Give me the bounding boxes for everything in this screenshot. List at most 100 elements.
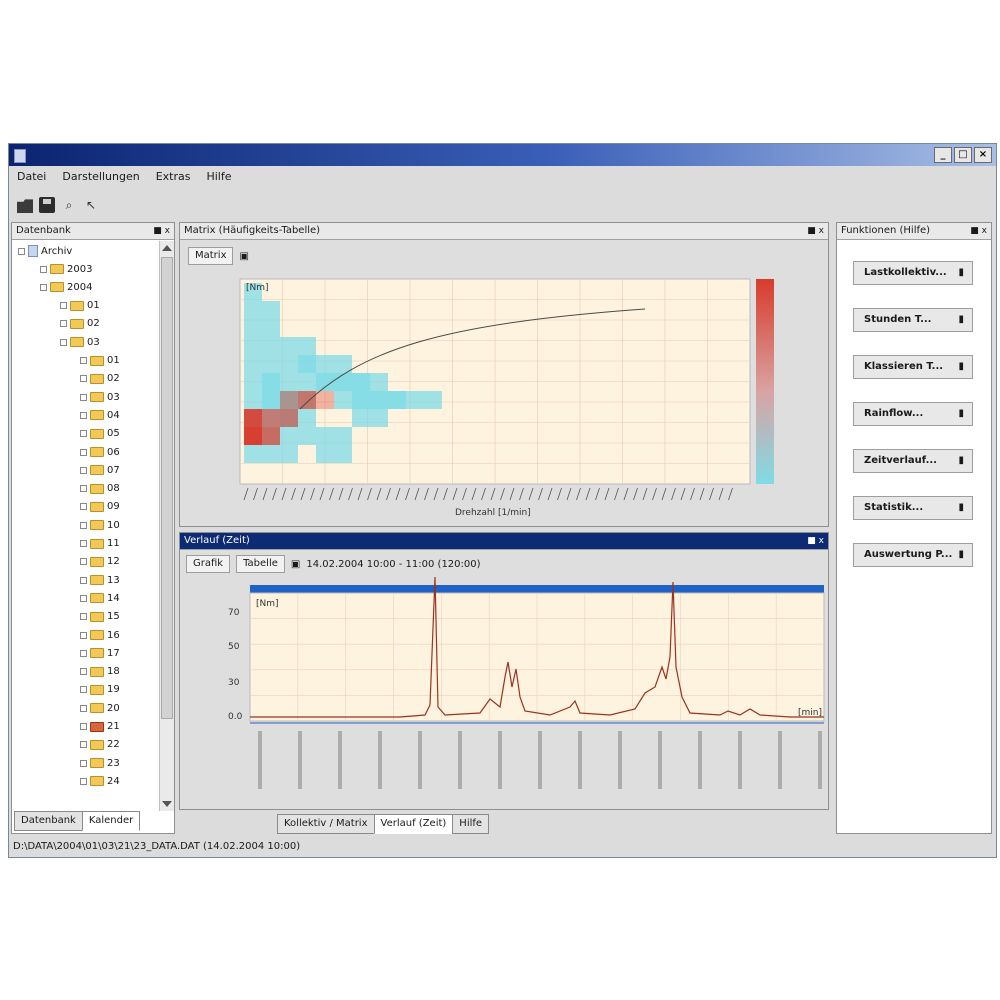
- expand-icon[interactable]: [80, 704, 87, 712]
- expand-icon[interactable]: [80, 393, 87, 401]
- search-icon[interactable]: ⌕: [61, 197, 77, 213]
- expand-icon[interactable]: [80, 466, 87, 474]
- tree-item[interactable]: 20: [80, 700, 120, 716]
- expand-icon[interactable]: [80, 357, 87, 364]
- expand-icon[interactable]: [80, 759, 87, 767]
- dropdown-icon[interactable]: ▮: [958, 309, 964, 331]
- tree-item[interactable]: 06: [80, 444, 120, 460]
- tab-database[interactable]: Datenbank: [14, 811, 83, 831]
- tree-scrollbar[interactable]: [159, 241, 174, 811]
- tree-item[interactable]: 01: [60, 298, 100, 314]
- tree-item[interactable]: 13: [80, 572, 120, 588]
- tree-item[interactable]: 03: [60, 334, 100, 350]
- collapse-icon[interactable]: [18, 247, 25, 255]
- tree-item[interactable]: 24: [80, 773, 120, 789]
- expand-icon[interactable]: [80, 777, 87, 785]
- tab-calendar[interactable]: Kalender: [81, 811, 141, 831]
- tree-item[interactable]: 03: [80, 389, 120, 405]
- dropdown-icon[interactable]: ▮: [958, 262, 964, 284]
- expand-icon[interactable]: [80, 540, 87, 547]
- pointer-icon[interactable]: ↖: [83, 197, 99, 213]
- maximize-button[interactable]: □: [954, 147, 972, 163]
- menu-file[interactable]: Datei: [9, 168, 54, 188]
- tree-item[interactable]: 11: [80, 536, 120, 552]
- tree-item[interactable]: 2004: [40, 279, 92, 295]
- expand-icon[interactable]: [80, 521, 87, 529]
- panel-close-icon[interactable]: ■ x: [153, 223, 170, 239]
- panel-close-icon[interactable]: ■ x: [807, 533, 824, 549]
- scroll-up-icon[interactable]: [162, 245, 172, 251]
- tree-item[interactable]: 07: [80, 462, 120, 478]
- expand-icon[interactable]: [40, 283, 47, 291]
- menu-extras[interactable]: Extras: [148, 168, 199, 188]
- tree-item[interactable]: 16: [80, 627, 120, 643]
- expand-icon[interactable]: [80, 576, 87, 584]
- function-button[interactable]: Auswertung P... ▮: [853, 543, 973, 567]
- expand-icon[interactable]: [80, 631, 87, 639]
- tree-item[interactable]: 02: [80, 371, 120, 387]
- scroll-thumb[interactable]: [161, 257, 173, 719]
- tree-item[interactable]: 21: [80, 719, 120, 735]
- tree-item[interactable]: 01: [80, 353, 120, 369]
- expand-icon[interactable]: [80, 485, 87, 493]
- function-button[interactable]: Rainflow... ▮: [853, 402, 973, 426]
- tree-item[interactable]: 09: [80, 499, 120, 515]
- menu-help[interactable]: Hilfe: [198, 168, 239, 188]
- tree-item[interactable]: 22: [80, 737, 120, 753]
- tab-collective[interactable]: Kollektiv / Matrix: [277, 814, 375, 834]
- expand-icon[interactable]: [80, 375, 87, 383]
- dropdown-icon[interactable]: ▮: [958, 403, 964, 425]
- panel-close-icon[interactable]: ■ x: [807, 223, 824, 239]
- function-button[interactable]: Stunden T... ▮: [853, 308, 973, 332]
- matrix-tab[interactable]: Matrix: [188, 247, 234, 265]
- tree-item[interactable]: 10: [80, 517, 120, 533]
- expand-icon[interactable]: [60, 302, 67, 310]
- tab-table[interactable]: Tabelle: [236, 555, 285, 573]
- menu-views[interactable]: Darstellungen: [54, 168, 147, 188]
- expand-icon[interactable]: [40, 265, 47, 273]
- tree-item[interactable]: 05: [80, 426, 120, 442]
- expand-icon[interactable]: [80, 741, 87, 749]
- tree-item[interactable]: 17: [80, 645, 120, 661]
- tree-item[interactable]: 14: [80, 590, 120, 606]
- save-icon[interactable]: [39, 197, 55, 213]
- tree-item[interactable]: 15: [80, 609, 120, 625]
- scroll-down-icon[interactable]: [162, 801, 172, 807]
- function-button[interactable]: Statistik... ▮: [853, 496, 973, 520]
- print-icon[interactable]: ▣: [239, 251, 248, 262]
- tree-item[interactable]: 18: [80, 664, 120, 680]
- dropdown-icon[interactable]: ▮: [958, 544, 964, 566]
- tree-root[interactable]: Archiv: [18, 243, 72, 259]
- expand-icon[interactable]: [80, 594, 87, 602]
- expand-icon[interactable]: [80, 411, 87, 419]
- expand-icon[interactable]: [80, 668, 87, 676]
- function-button[interactable]: Klassieren T... ▮: [853, 355, 973, 379]
- function-button[interactable]: Lastkollektiv... ▮: [853, 261, 973, 285]
- tree-item[interactable]: 2003: [40, 261, 92, 277]
- expand-icon[interactable]: [80, 558, 87, 566]
- tree-item[interactable]: 08: [80, 481, 120, 497]
- dropdown-icon[interactable]: ▮: [958, 356, 964, 378]
- expand-icon[interactable]: [60, 320, 67, 328]
- dropdown-icon[interactable]: ▮: [958, 497, 964, 519]
- expand-icon[interactable]: [60, 338, 67, 346]
- minimize-button[interactable]: _: [934, 147, 952, 163]
- tab-graphic[interactable]: Grafik: [186, 555, 231, 573]
- tree-item[interactable]: 12: [80, 554, 120, 570]
- expand-icon[interactable]: [80, 613, 87, 621]
- tree-item[interactable]: 02: [60, 316, 100, 332]
- expand-icon[interactable]: [80, 430, 87, 438]
- function-button[interactable]: Zeitverlauf... ▮: [853, 449, 973, 473]
- expand-icon[interactable]: [80, 686, 87, 694]
- expand-icon[interactable]: [80, 503, 87, 511]
- open-folder-icon[interactable]: [17, 199, 33, 213]
- tree-item[interactable]: 04: [80, 407, 120, 423]
- close-button[interactable]: ×: [974, 147, 992, 163]
- print-icon[interactable]: ▣: [291, 559, 300, 570]
- expand-icon[interactable]: [80, 723, 87, 730]
- expand-icon[interactable]: [80, 649, 87, 657]
- tree-item[interactable]: 19: [80, 682, 120, 698]
- panel-close-icon[interactable]: ■ x: [970, 223, 987, 239]
- dropdown-icon[interactable]: ▮: [958, 450, 964, 472]
- tree-item[interactable]: 23: [80, 755, 120, 771]
